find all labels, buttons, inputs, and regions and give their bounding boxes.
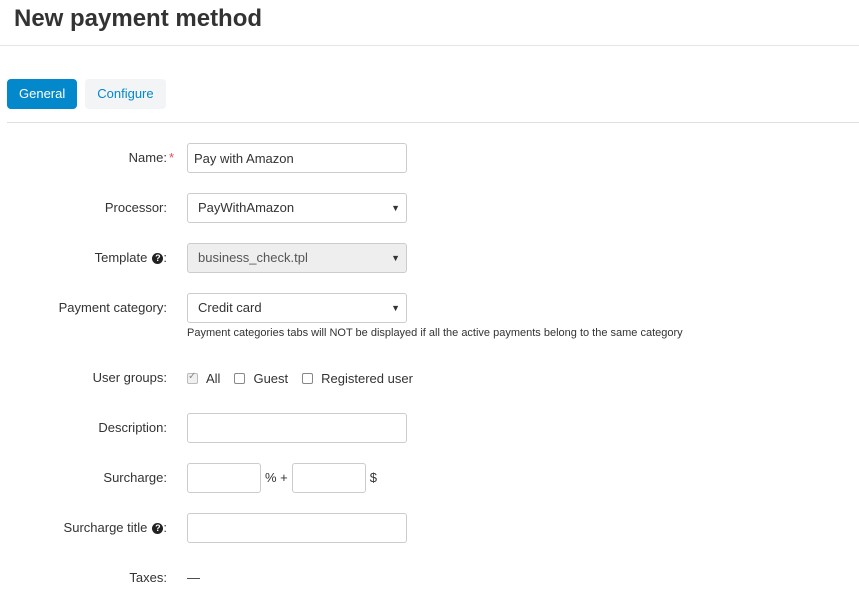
template-select: business_check.tpl ▼ bbox=[187, 243, 407, 273]
payment-category-select[interactable]: Credit card ▼ bbox=[187, 293, 407, 323]
payment-category-row: Payment category: Credit card ▼ Payment … bbox=[0, 293, 859, 339]
description-label: Description: bbox=[98, 420, 167, 435]
tab-divider bbox=[7, 122, 859, 123]
payment-category-select-value: Credit card bbox=[198, 300, 262, 315]
surcharge-label: Surcharge: bbox=[103, 470, 167, 485]
processor-select-value: PayWithAmazon bbox=[198, 200, 295, 215]
required-marker: * bbox=[168, 150, 174, 165]
surcharge-percent-separator: % + bbox=[265, 470, 288, 485]
checkbox-guest-label: Guest bbox=[253, 370, 289, 386]
description-row: Description: bbox=[0, 413, 859, 443]
checkbox-all[interactable] bbox=[187, 371, 198, 384]
user-groups-label: User groups: bbox=[92, 370, 167, 385]
payment-category-label: Payment category: bbox=[58, 300, 167, 315]
question-circle-icon[interactable]: ? bbox=[152, 523, 164, 534]
name-row: Name: * bbox=[0, 143, 859, 173]
tab-bar: General Configure bbox=[7, 79, 174, 109]
chevron-down-icon: ▼ bbox=[391, 253, 400, 263]
checkbox-registered-user-label: Registered user bbox=[321, 370, 413, 386]
user-groups-options: All Guest Registered user bbox=[187, 363, 427, 393]
template-select-value: business_check.tpl bbox=[198, 250, 308, 265]
taxes-value: — bbox=[187, 570, 200, 585]
processor-select[interactable]: PayWithAmazon ▼ bbox=[187, 193, 407, 223]
surcharge-title-input[interactable] bbox=[187, 513, 407, 543]
checkbox-registered-user[interactable] bbox=[302, 372, 314, 384]
description-input[interactable] bbox=[187, 413, 407, 443]
payment-category-hint: Payment categories tabs will NOT be disp… bbox=[187, 327, 683, 339]
checkbox-all-label: All bbox=[206, 370, 221, 386]
chevron-down-icon: ▼ bbox=[391, 203, 400, 213]
question-circle-icon[interactable]: ? bbox=[152, 253, 164, 264]
checkbox-guest[interactable] bbox=[234, 372, 246, 384]
surcharge-percent-input[interactable] bbox=[187, 463, 261, 493]
processor-row: Processor: PayWithAmazon ▼ bbox=[0, 193, 859, 223]
surcharge-fixed-input[interactable] bbox=[291, 463, 366, 493]
chevron-down-icon: ▼ bbox=[391, 303, 400, 313]
surcharge-title-row: Surcharge title?: bbox=[0, 513, 859, 543]
surcharge-title-label: Surcharge title?: bbox=[63, 520, 167, 535]
page-header: New payment method bbox=[0, 0, 859, 46]
surcharge-currency: $ bbox=[369, 470, 377, 485]
user-groups-row: User groups: All Guest Registered user bbox=[0, 363, 859, 393]
taxes-row: Taxes: — bbox=[0, 563, 859, 593]
tab-configure[interactable]: Configure bbox=[85, 79, 166, 109]
template-label: Template?: bbox=[94, 250, 167, 265]
surcharge-row: Surcharge: % + $ bbox=[0, 463, 859, 493]
tab-general[interactable]: General bbox=[7, 79, 78, 109]
page-title: New payment method bbox=[14, 5, 263, 32]
name-label: Name: * bbox=[128, 150, 174, 165]
processor-label: Processor: bbox=[104, 200, 167, 215]
template-row: Template?: business_check.tpl ▼ bbox=[0, 243, 859, 273]
taxes-label: Taxes: bbox=[129, 570, 167, 585]
name-input[interactable] bbox=[187, 143, 407, 173]
